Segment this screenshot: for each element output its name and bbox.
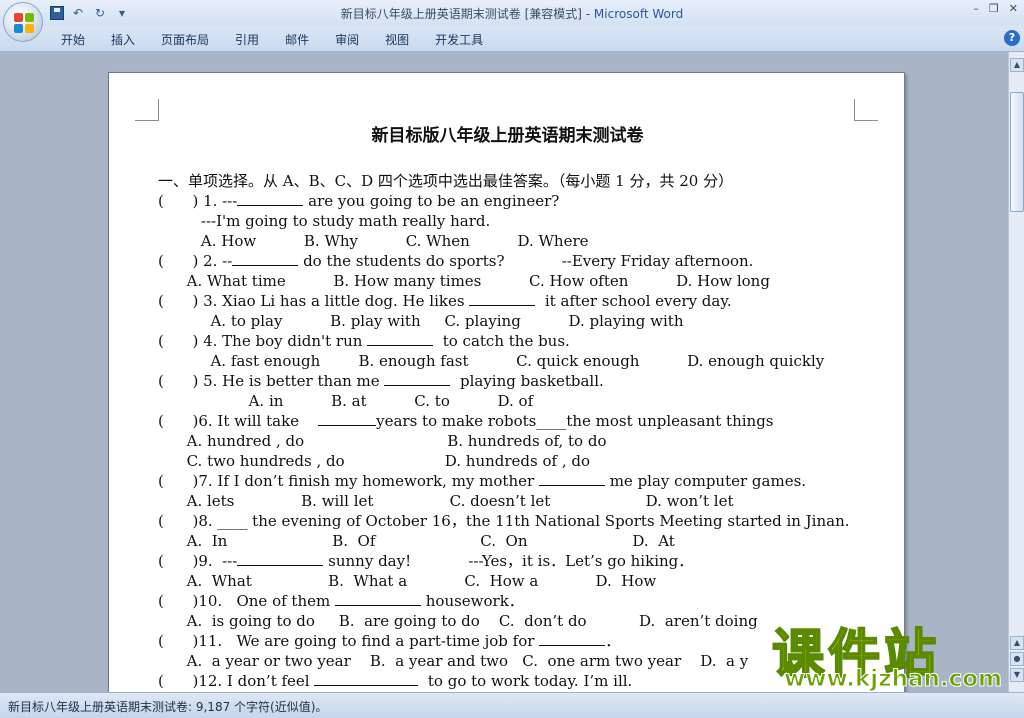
question-line: ( ) 4. The boy didn't run to catch the b… (158, 331, 570, 350)
answer-blank (237, 191, 304, 206)
question-line: ( ) 2. -- do the students do sports? --E… (158, 251, 754, 270)
minimize-button[interactable]: – (973, 2, 979, 15)
answer-blank (367, 331, 434, 346)
question-text: to catch the bus. (433, 332, 570, 350)
question-text: to go to work today. I’m ill. (418, 672, 633, 690)
window-title: 新目标八年级上册英语期末测试卷 [兼容模式] - Microsoft Word (0, 5, 1024, 22)
answer-blank (314, 671, 419, 686)
margin-corner-mark (135, 99, 159, 121)
answer-blank (318, 411, 377, 426)
answer-blank (232, 251, 299, 266)
question-line: ( )9. --- sunny day! ---Yes，it is．Let’s … (158, 551, 694, 570)
document-heading: 新目标版八年级上册英语期末测试卷 (371, 126, 644, 146)
help-icon[interactable]: ? (1004, 30, 1020, 46)
close-button[interactable]: ✕ (1009, 2, 1018, 15)
tab-page-layout[interactable]: 页面布局 (148, 31, 222, 48)
margin-corner-mark (854, 99, 878, 121)
question-text: are you going to be an engineer? (303, 192, 560, 210)
office-logo-icon (14, 13, 34, 33)
question-line: ( ) 1. --- are you going to be an engine… (158, 191, 560, 210)
window-controls: – ❐ ✕ (973, 2, 1018, 15)
answer-blank (469, 291, 536, 306)
document-title: 新目标八年级上册英语期末测试卷 [兼容模式] - (340, 7, 594, 21)
question-line: ( )10. One of them housework． (158, 591, 524, 610)
select-browse-object-button[interactable]: ● (1010, 652, 1024, 666)
scroll-up-button[interactable]: ▲ (1010, 58, 1024, 72)
answer-blank (237, 551, 324, 566)
vertical-scrollbar[interactable]: ▲ ▲ ● ▼ (1008, 52, 1024, 692)
question-text: it after school every day. (535, 292, 732, 310)
question-text: years to make robots____the most unpleas… (376, 412, 774, 430)
question-text: do the students do sports? --Every Frida… (298, 252, 754, 270)
tab-review[interactable]: 审阅 (322, 31, 372, 48)
word-count-status[interactable]: 新目标八年级上册英语期末测试卷: 9,187 个字符(近似值)。 (8, 698, 327, 715)
tab-mailings[interactable]: 邮件 (272, 31, 322, 48)
question-line: ( )6. It will take years to make robots_… (158, 411, 774, 430)
tab-insert[interactable]: 插入 (98, 31, 148, 48)
question-line: ( )11. We are going to find a part-time … (158, 631, 621, 650)
question-line: A. In B. Of C. On D. At (158, 532, 675, 550)
question-line: C. two hundreds , do D. hundreds of , do (158, 452, 590, 470)
title-bar: ↶ ↻ ▾ 新目标八年级上册英语期末测试卷 [兼容模式] - Microsoft… (0, 0, 1024, 26)
document-workspace: 新目标版八年级上册英语期末测试卷 一、单项选择。从 A、B、C、D 四个选项中选… (0, 52, 1008, 692)
answer-blank (539, 631, 606, 646)
tab-developer[interactable]: 开发工具 (422, 31, 496, 48)
question-line: A. to play B. play with C. playing D. pl… (158, 312, 684, 330)
ribbon: 开始 插入 页面布局 引用 邮件 审阅 视图 开发工具 ? (0, 26, 1024, 52)
question-text: me play computer games. (604, 472, 807, 490)
question-text: playing basketball. (450, 372, 604, 390)
question-line: ( ) 5. He is better than me playing bask… (158, 371, 604, 390)
question-line: ( )7. If I don’t finish my homework, my … (158, 471, 807, 490)
answer-blank (538, 471, 605, 486)
question-line: A. hundred , do B. hundreds of, to do (158, 432, 607, 450)
restore-button[interactable]: ❐ (989, 2, 999, 15)
question-text: ． (605, 632, 621, 650)
watermark-url: www.kjzhan.com (784, 666, 1003, 693)
scroll-thumb[interactable] (1010, 92, 1024, 212)
question-line: A. fast enough B. enough fast C. quick e… (158, 352, 825, 370)
question-line: A. How B. Why C. When D. Where (158, 232, 589, 250)
question-text: housework． (420, 592, 524, 610)
question-text: sunny day! ---Yes，it is．Let’s go hiking． (323, 552, 694, 570)
tab-home[interactable]: 开始 (48, 31, 98, 48)
tab-view[interactable]: 视图 (372, 31, 422, 48)
document-page[interactable]: 新目标版八年级上册英语期末测试卷 一、单项选择。从 A、B、C、D 四个选项中选… (108, 72, 905, 692)
answer-blank (334, 591, 421, 606)
section-heading: 一、单项选择。从 A、B、C、D 四个选项中选出最佳答案。（每小题 1 分，共 … (158, 172, 734, 190)
question-line: ( )8. ____ the evening of October 16，the… (158, 512, 850, 530)
app-name: Microsoft Word (593, 7, 684, 21)
question-line: A. What B. What a C. How a D. How (158, 572, 657, 590)
question-line: A. in B. at C. to D. of (158, 392, 534, 410)
question-line: A. is going to do B. are going to do C. … (158, 612, 758, 630)
question-line: ( )12. I don’t feel to go to work today.… (158, 671, 633, 690)
question-line: A. a year or two year B. a year and two … (158, 652, 749, 670)
answer-blank (384, 371, 451, 386)
status-bar: 新目标八年级上册英语期末测试卷: 9,187 个字符(近似值)。 (0, 692, 1024, 718)
question-line: A. lets B. will let C. doesn’t let D. wo… (158, 492, 734, 510)
question-line: ( ) 3. Xiao Li has a little dog. He like… (158, 291, 732, 310)
previous-page-button[interactable]: ▲ (1010, 636, 1024, 650)
ribbon-tabs: 开始 插入 页面布局 引用 邮件 审阅 视图 开发工具 (48, 31, 496, 48)
tab-references[interactable]: 引用 (222, 31, 272, 48)
office-button[interactable] (3, 2, 43, 42)
next-page-button[interactable]: ▼ (1010, 668, 1024, 682)
question-line: ---I'm going to study math really hard. (158, 212, 491, 230)
question-line: A. What time B. How many times C. How of… (158, 272, 770, 290)
